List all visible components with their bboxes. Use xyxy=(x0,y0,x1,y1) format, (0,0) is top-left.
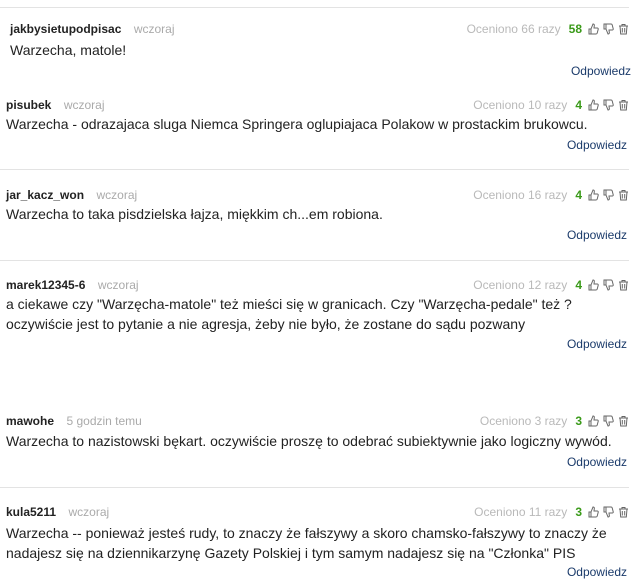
rating-count: Oceniono 66 razy xyxy=(466,22,561,36)
comment-time: 5 godzin temu xyxy=(66,414,142,428)
separator xyxy=(0,7,629,8)
comment-author[interactable]: mawohe xyxy=(6,414,54,428)
comment-item: kula5211 wczoraj Oceniono 11 razy 3 Warz… xyxy=(0,490,637,587)
comment-text: Warzecha, matole! xyxy=(10,42,127,58)
thumbs-down-icon[interactable] xyxy=(603,506,614,518)
comment-item: marek12345-6 wczoraj Oceniono 12 razy 4 … xyxy=(0,270,637,400)
comment-author[interactable]: pisubek xyxy=(6,98,51,112)
comment-author[interactable]: kula5211 xyxy=(6,505,56,519)
thumbs-down-icon[interactable] xyxy=(603,189,614,201)
thumbs-up-icon[interactable] xyxy=(588,279,599,291)
separator xyxy=(0,260,629,261)
comment-time: wczoraj xyxy=(97,278,139,292)
reply-link[interactable]: Odpowiedz xyxy=(567,565,627,579)
comment-item: jar_kacz_won wczoraj Oceniono 16 razy 4 … xyxy=(0,180,637,270)
thumbs-down-icon[interactable] xyxy=(603,415,614,427)
score-value: 3 xyxy=(575,505,582,519)
comment-text: Warzecha - odrazajaca sluga Niemca Sprin… xyxy=(6,116,588,132)
comment-author[interactable]: marek12345-6 xyxy=(6,278,85,292)
trash-icon[interactable] xyxy=(618,415,629,427)
comment-time: wczoraj xyxy=(133,22,175,36)
trash-icon[interactable] xyxy=(618,23,629,35)
rating-count: Oceniono 3 razy xyxy=(479,414,568,428)
rating-count: Oceniono 10 razy xyxy=(473,98,568,112)
score-value: 4 xyxy=(575,278,582,292)
thumbs-down-icon[interactable] xyxy=(603,99,614,111)
thumbs-down-icon[interactable] xyxy=(603,23,614,35)
thumbs-down-icon[interactable] xyxy=(603,279,614,291)
comment-text: Warzecha -- ponieważ jesteś rudy, to zna… xyxy=(6,525,607,561)
comment-time: wczoraj xyxy=(96,188,138,202)
comment-list: jakbysietupodpisac wczoraj Oceniono 66 r… xyxy=(0,0,637,587)
reply-link[interactable]: Odpowiedz xyxy=(567,138,627,152)
thumbs-up-icon[interactable] xyxy=(588,99,599,111)
score-value: 4 xyxy=(575,188,582,202)
rating-count: Oceniono 12 razy xyxy=(473,278,568,292)
thumbs-up-icon[interactable] xyxy=(588,189,599,201)
reply-link[interactable]: Odpowiedz xyxy=(567,337,627,351)
thumbs-up-icon[interactable] xyxy=(588,506,599,518)
score-value: 58 xyxy=(568,22,582,36)
trash-icon[interactable] xyxy=(618,99,629,111)
trash-icon[interactable] xyxy=(618,279,629,291)
comment-author[interactable]: jar_kacz_won xyxy=(6,188,84,202)
comment-time: wczoraj xyxy=(68,505,110,519)
comment-item: pisubek wczoraj Oceniono 10 razy 4 Warze… xyxy=(0,90,637,180)
reply-link[interactable]: Odpowiedz xyxy=(567,228,627,242)
thumbs-up-icon[interactable] xyxy=(588,415,599,427)
thumbs-up-icon[interactable] xyxy=(588,23,599,35)
comment-item: jakbysietupodpisac wczoraj Oceniono 66 r… xyxy=(0,0,637,90)
reply-link[interactable]: Odpowiedz xyxy=(571,64,631,78)
rating-count: Oceniono 11 razy xyxy=(474,505,568,519)
comment-text: Warzecha to taka pisdzielska łajza, mięk… xyxy=(6,206,383,222)
comment-item: mawohe 5 godzin temu Oceniono 3 razy 3 W… xyxy=(0,400,637,490)
comment-text: a ciekawe czy "Warzęcha-matole" też mieś… xyxy=(6,296,572,332)
comment-author[interactable]: jakbysietupodpisac xyxy=(10,22,121,36)
comment-time: wczoraj xyxy=(63,98,105,112)
score-value: 3 xyxy=(575,414,582,428)
comment-text: Warzecha to nazistowski bękart. oczywiśc… xyxy=(6,433,612,449)
separator xyxy=(0,169,629,170)
trash-icon[interactable] xyxy=(618,506,629,518)
score-value: 4 xyxy=(575,98,582,112)
trash-icon[interactable] xyxy=(618,189,629,201)
rating-count: Oceniono 16 razy xyxy=(473,188,568,202)
separator xyxy=(0,487,629,488)
reply-link[interactable]: Odpowiedz xyxy=(567,455,627,469)
